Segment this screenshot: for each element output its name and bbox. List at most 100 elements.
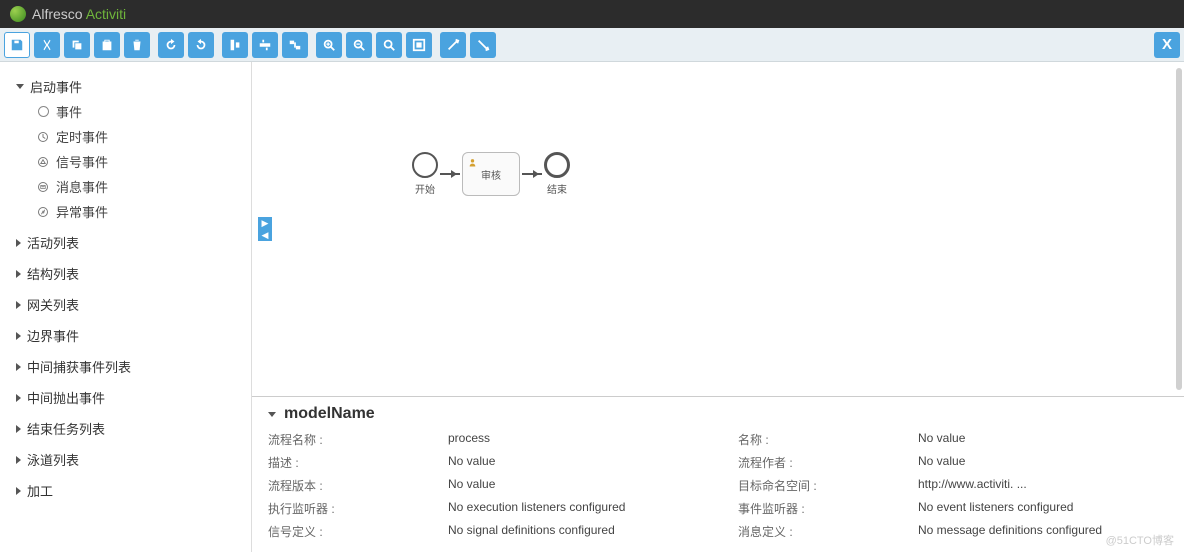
zoom-reset-button[interactable] bbox=[376, 32, 402, 58]
property-value[interactable]: No signal definitions configured bbox=[448, 523, 698, 540]
redo-button[interactable] bbox=[158, 32, 184, 58]
canvas-nav-arrows: ▶ ◀ bbox=[258, 217, 272, 241]
user-icon bbox=[468, 156, 477, 165]
palette-category[interactable]: 启动事件 bbox=[16, 74, 235, 99]
nav-right-icon[interactable]: ▶ bbox=[258, 217, 272, 229]
palette-category-label: 网关列表 bbox=[27, 295, 79, 314]
start-event-node[interactable]: 开始 bbox=[412, 152, 438, 196]
palette-item[interactable]: 消息事件 bbox=[36, 174, 235, 199]
chevron-icon bbox=[16, 425, 21, 433]
canvas[interactable]: ▶ ◀ 开始 审核 结束 bbox=[252, 62, 1184, 396]
property-value[interactable]: No value bbox=[448, 477, 698, 494]
circle-icon bbox=[36, 105, 50, 119]
brand-text: Alfresco Activiti bbox=[32, 6, 126, 22]
palette-category-label: 中间捕获事件列表 bbox=[27, 357, 131, 376]
logo-icon bbox=[10, 6, 26, 22]
align-button-1[interactable] bbox=[222, 32, 248, 58]
palette-item-label: 事件 bbox=[56, 102, 82, 121]
end-event-node[interactable]: 结束 bbox=[544, 152, 570, 196]
palette-category-label: 启动事件 bbox=[30, 77, 82, 96]
palette-category[interactable]: 结束任务列表 bbox=[16, 416, 235, 441]
palette-category-label: 结束任务列表 bbox=[27, 419, 105, 438]
palette-item[interactable]: 信号事件 bbox=[36, 149, 235, 174]
property-value[interactable]: No event listeners configured bbox=[918, 500, 1168, 517]
nav-left-icon[interactable]: ◀ bbox=[258, 229, 272, 241]
bend-add-button[interactable] bbox=[440, 32, 466, 58]
palette-category[interactable]: 网关列表 bbox=[16, 292, 235, 317]
chevron-icon bbox=[16, 84, 24, 89]
user-task-node[interactable]: 审核 bbox=[462, 152, 520, 196]
zoom-fit-button[interactable] bbox=[406, 32, 432, 58]
palette-category-label: 活动列表 bbox=[27, 233, 79, 252]
palette-category-label: 边界事件 bbox=[27, 326, 79, 345]
chevron-icon bbox=[16, 239, 21, 247]
chevron-icon bbox=[16, 456, 21, 464]
property-label: 流程名称 : bbox=[268, 431, 408, 448]
paste-button[interactable] bbox=[94, 32, 120, 58]
process-diagram: 开始 审核 结束 bbox=[412, 152, 570, 196]
canvas-area: ▶ ◀ 开始 审核 结束 bbox=[251, 62, 1184, 552]
message-icon bbox=[36, 180, 50, 194]
chevron-icon bbox=[16, 487, 21, 495]
property-value[interactable]: No value bbox=[918, 454, 1168, 471]
close-button[interactable]: X bbox=[1154, 32, 1180, 58]
palette-category-label: 泳道列表 bbox=[27, 450, 79, 469]
save-button[interactable] bbox=[4, 32, 30, 58]
palette-category[interactable]: 结构列表 bbox=[16, 261, 235, 286]
property-label: 名称 : bbox=[738, 431, 878, 448]
property-label: 消息定义 : bbox=[738, 523, 878, 540]
property-label: 描述 : bbox=[268, 454, 408, 471]
property-value[interactable]: http://www.activiti. ... bbox=[918, 477, 1168, 494]
timer-icon bbox=[36, 130, 50, 144]
palette-category-label: 加工 bbox=[27, 481, 53, 500]
undo-button[interactable] bbox=[188, 32, 214, 58]
zoom-out-button[interactable] bbox=[346, 32, 372, 58]
property-value[interactable]: process bbox=[448, 431, 698, 448]
palette-item[interactable]: 定时事件 bbox=[36, 124, 235, 149]
palette-sidebar: 启动事件事件定时事件信号事件消息事件异常事件活动列表结构列表网关列表边界事件中间… bbox=[0, 62, 251, 552]
property-value[interactable]: No execution listeners configured bbox=[448, 500, 698, 517]
error-icon bbox=[36, 205, 50, 219]
main-area: 启动事件事件定时事件信号事件消息事件异常事件活动列表结构列表网关列表边界事件中间… bbox=[0, 62, 1184, 552]
bend-remove-button[interactable] bbox=[470, 32, 496, 58]
toolbar: X bbox=[0, 28, 1184, 62]
palette-item[interactable]: 异常事件 bbox=[36, 199, 235, 224]
palette-category[interactable]: 中间捕获事件列表 bbox=[16, 354, 235, 379]
property-value[interactable]: No value bbox=[448, 454, 698, 471]
sequence-flow-icon[interactable] bbox=[440, 173, 460, 175]
signal-icon bbox=[36, 155, 50, 169]
sequence-flow-icon[interactable] bbox=[522, 173, 542, 175]
palette-item[interactable]: 事件 bbox=[36, 99, 235, 124]
palette-item-label: 消息事件 bbox=[56, 177, 108, 196]
watermark: @51CTO博客 bbox=[1106, 532, 1174, 548]
palette-category-label: 结构列表 bbox=[27, 264, 79, 283]
align-button-3[interactable] bbox=[282, 32, 308, 58]
app-header: Alfresco Activiti bbox=[0, 0, 1184, 28]
property-label: 流程作者 : bbox=[738, 454, 878, 471]
delete-button[interactable] bbox=[124, 32, 150, 58]
palette-category-label: 中间抛出事件 bbox=[27, 388, 105, 407]
properties-header[interactable]: modelName bbox=[268, 405, 1168, 423]
properties-panel: modelName 流程名称 : process 名称 : No value 描述 : N… bbox=[252, 396, 1184, 552]
palette-category[interactable]: 泳道列表 bbox=[16, 447, 235, 472]
chevron-icon bbox=[16, 301, 21, 309]
chevron-icon bbox=[16, 270, 21, 278]
property-label: 事件监听器 : bbox=[738, 500, 878, 517]
cut-button[interactable] bbox=[34, 32, 60, 58]
align-button-2[interactable] bbox=[252, 32, 278, 58]
copy-button[interactable] bbox=[64, 32, 90, 58]
zoom-in-button[interactable] bbox=[316, 32, 342, 58]
property-label: 目标命名空间 : bbox=[738, 477, 878, 494]
palette-item-label: 信号事件 bbox=[56, 152, 108, 171]
palette-category[interactable]: 加工 bbox=[16, 478, 235, 503]
palette-category[interactable]: 活动列表 bbox=[16, 230, 235, 255]
properties-title: modelName bbox=[284, 405, 375, 423]
chevron-down-icon bbox=[268, 412, 276, 417]
palette-category[interactable]: 边界事件 bbox=[16, 323, 235, 348]
property-value[interactable]: No value bbox=[918, 431, 1168, 448]
palette-item-label: 异常事件 bbox=[56, 202, 108, 221]
palette-item-label: 定时事件 bbox=[56, 127, 108, 146]
property-label: 流程版本 : bbox=[268, 477, 408, 494]
palette-category[interactable]: 中间抛出事件 bbox=[16, 385, 235, 410]
chevron-icon bbox=[16, 394, 21, 402]
